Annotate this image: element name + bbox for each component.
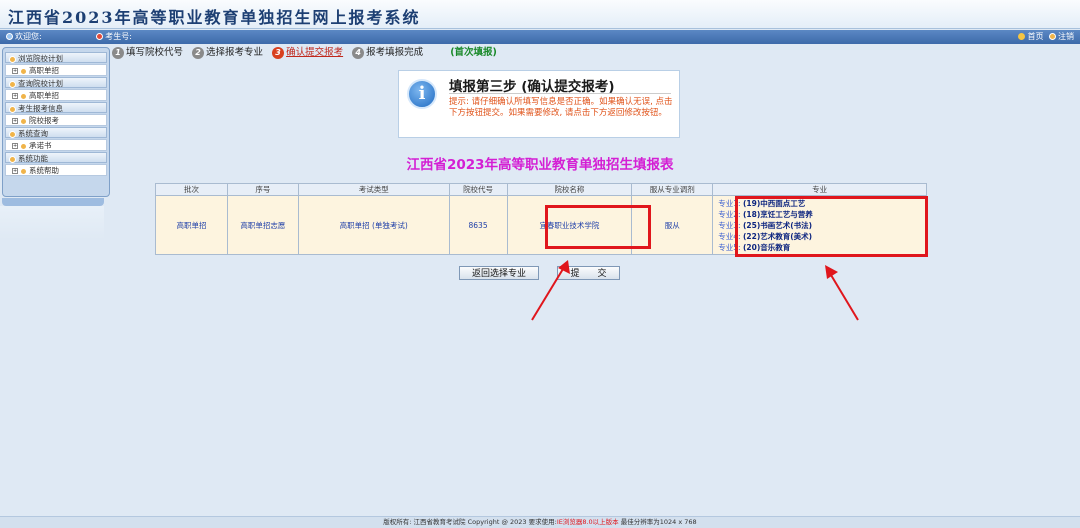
- sidebar-group-query-plan[interactable]: 查询院校计划: [5, 77, 107, 88]
- step-progress: 1 填写院校代号 2 选择报考专业 3 确认提交报考 4 报考填报完成 (首次填报): [112, 46, 503, 60]
- step-number-icon: 1: [112, 46, 124, 59]
- sidebar-item-commitment[interactable]: + 承诺书: [5, 139, 107, 151]
- home-link[interactable]: 首页: [1018, 32, 1043, 41]
- doc-icon: [20, 67, 27, 75]
- col-header-majors: 专业: [712, 183, 927, 196]
- expand-icon: +: [12, 143, 18, 149]
- first-submission-badge: (首次填报): [450, 47, 497, 58]
- footer-copyright: 版权所有: 江西省教育考试院 Copyright @ 2023 要求使用:: [383, 518, 557, 526]
- home-icon: [1018, 33, 1026, 40]
- col-header-school-name: 院校名称: [506, 183, 633, 196]
- id-icon: [96, 33, 104, 40]
- cell-school-code: 8635: [448, 195, 508, 255]
- sidebar: 浏览院校计划 + 高职单招 查询院校计划 + 高职单招 考生报考信息 + 院校报考 系…: [2, 47, 110, 197]
- user-icon: [6, 33, 13, 40]
- sidebar-footer: [2, 198, 104, 206]
- notice-panel: i 填报第三步 (确认提交报考) 提示: 请仔细确认所填写信息是否正确。如果确认…: [398, 70, 680, 138]
- sidebar-group-browse-plan[interactable]: 浏览院校计划: [5, 52, 107, 63]
- step-number-icon: 3: [272, 46, 285, 59]
- cell-exam-type: 高职单招 (单独考试): [297, 195, 450, 255]
- top-links: 首页 注销: [1018, 30, 1074, 44]
- logout-icon: [1049, 33, 1056, 40]
- expand-icon: +: [12, 93, 18, 99]
- footer: 版权所有: 江西省教育考试院 Copyright @ 2023 要求使用:IE浏…: [0, 516, 1080, 528]
- sidebar-group-system-query[interactable]: 系统查询: [5, 127, 107, 138]
- welcome-label: 欢迎您:: [6, 32, 48, 41]
- exam-number-label: 考生号:: [96, 32, 138, 41]
- col-header-seq: 序号: [226, 183, 299, 196]
- folder-icon: [9, 80, 16, 88]
- step-4: 4 报考填报完成: [352, 46, 423, 60]
- table-header-row: 批次 序号 考试类型 院校代号 院校名称 服从专业调剂 专业: [155, 183, 927, 196]
- app-title: 江西省2023年高等职业教育单独招生网上报考系统: [8, 8, 421, 27]
- sidebar-item-school-application[interactable]: + 院校报考: [5, 114, 107, 126]
- notice-title: 填报第三步 (确认提交报考): [449, 75, 671, 95]
- col-header-exam-type: 考试类型: [297, 183, 450, 196]
- sidebar-item-query-plan[interactable]: + 高职单招: [5, 89, 107, 101]
- user-info: 欢迎您: 考生号:: [6, 30, 144, 44]
- col-header-batch: 批次: [155, 183, 228, 196]
- doc-icon: [20, 117, 27, 125]
- step-number-icon: 4: [352, 46, 365, 59]
- sidebar-item-browse-plan[interactable]: + 高职单招: [5, 64, 107, 76]
- logout-link[interactable]: 注销: [1058, 32, 1074, 41]
- folder-icon: [9, 55, 16, 63]
- step-1: 1 填写院校代号: [112, 46, 183, 60]
- annotation-arrow-submit: [531, 260, 570, 321]
- back-to-majors-button[interactable]: 返回选择专业: [459, 266, 539, 280]
- notice-text: 提示: 请仔细确认所填写信息是否正确。如果确认无误, 点击下方按钮提交。如果需要…: [449, 97, 673, 118]
- annotation-arrow-majors: [825, 265, 859, 321]
- doc-icon: [20, 142, 27, 150]
- info-icon: i: [407, 79, 437, 109]
- doc-icon: [20, 92, 27, 100]
- annotation-box-majors: [735, 196, 928, 257]
- footer-resolution: 最佳分辨率为1024 x 768: [618, 518, 697, 526]
- folder-icon: [9, 130, 16, 138]
- info-bar: 欢迎您: 考生号: 首页 注销: [0, 30, 1080, 44]
- folder-icon: [9, 105, 16, 113]
- annotation-box-school: [545, 205, 651, 249]
- footer-browser-requirement: IE浏览器8.0以上版本: [556, 518, 619, 526]
- sidebar-group-application-info[interactable]: 考生报考信息: [5, 102, 107, 113]
- step-3-current: 3 确认提交报考: [272, 46, 343, 60]
- header-bar: 江西省2023年高等职业教育单独招生网上报考系统: [0, 0, 1080, 29]
- cell-batch: 高职单招: [155, 195, 228, 255]
- step-number-icon: 2: [192, 46, 205, 59]
- cell-seq: 高职单招志愿: [226, 195, 299, 255]
- table-title: 江西省2023年高等职业教育单独招生填报表: [406, 157, 674, 173]
- expand-icon: +: [12, 118, 18, 124]
- sidebar-shadow: [0, 206, 104, 240]
- step-2: 2 选择报考专业: [192, 46, 263, 60]
- col-header-school-code: 院校代号: [448, 183, 508, 196]
- col-header-obey: 服从专业调剂: [631, 183, 714, 196]
- expand-icon: +: [12, 68, 18, 74]
